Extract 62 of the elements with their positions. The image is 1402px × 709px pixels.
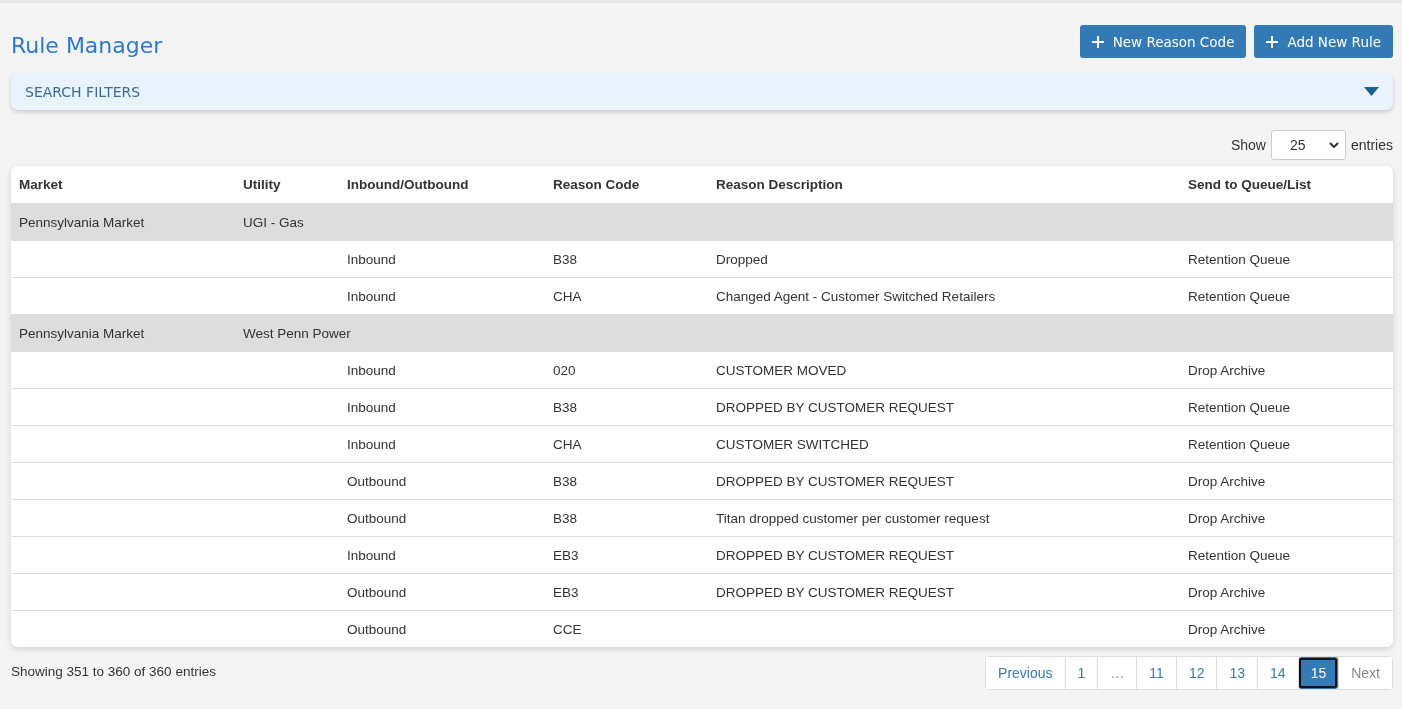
add-button[interactable]: New Reason Code	[1079, 25, 1247, 58]
table-cell-text: Outbound	[346, 621, 407, 637]
table-cell-text: EB3	[552, 547, 579, 563]
column-header: Send to Queue/List	[1187, 177, 1311, 192]
table-cell-text: B38	[552, 399, 578, 415]
table-cell-text: West Penn Power	[242, 325, 351, 341]
column-header: Market	[18, 177, 63, 192]
table-cell-text: Drop Archive	[1187, 584, 1266, 600]
table-cell-text: CHA	[552, 288, 582, 304]
table-cell-text: DROPPED BY CUSTOMER REQUEST	[715, 399, 955, 415]
search-filters-bar[interactable]: SEARCH FILTERS	[11, 73, 1393, 110]
table-cell-text: DROPPED BY CUSTOMER REQUEST	[715, 547, 955, 563]
column-header: Reason Description	[715, 177, 843, 192]
plus-icon	[1266, 35, 1279, 48]
table-cell-text: Outbound	[346, 510, 407, 526]
table-cell-text: Retention Queue	[1187, 436, 1291, 452]
filters-label: SEARCH FILTERS	[25, 83, 141, 100]
table-cell-text: Drop Archive	[1187, 362, 1266, 378]
column-header: Reason Code	[552, 177, 640, 192]
table-cell-text: UGI - Gas	[242, 214, 304, 230]
table-cell-text: B38	[552, 473, 578, 489]
page-title: Rule Manager	[11, 33, 163, 58]
table-cell-text: 020	[552, 362, 576, 378]
table-cell-text: Inbound	[346, 436, 396, 452]
table-cell-text: Retention Queue	[1187, 251, 1291, 267]
table-cell-text: Pennsylvania Market	[18, 325, 145, 341]
table-cell-text: Inbound	[346, 251, 396, 267]
table-cell-text: Drop Archive	[1187, 621, 1266, 637]
table-cell-text: Retention Queue	[1187, 399, 1291, 415]
table-cell-text: CUSTOMER SWITCHED	[715, 436, 869, 452]
chevron-icon	[1328, 142, 1339, 148]
table-cell-text: Changed Agent - Customer Switched Retailers	[715, 288, 996, 304]
table-cell-text: CHA	[552, 436, 582, 452]
table-cell-text: DROPPED BY CUSTOMER REQUEST	[715, 473, 955, 489]
table-cell-text: Drop Archive	[1187, 473, 1266, 489]
entries-info: Showing 351 to 360 of 360 entries	[11, 664, 216, 679]
page-size-select[interactable]: 25	[1270, 130, 1346, 160]
table-cell-text: B38	[552, 510, 578, 526]
table-cell-text: Pennsylvania Market	[18, 214, 145, 230]
table-cell-text: Outbound	[346, 473, 407, 489]
table-cell-text: Inbound	[346, 362, 396, 378]
table-cell-text: CUSTOMER MOVED	[715, 362, 847, 378]
table-cell-text: DROPPED BY CUSTOMER REQUEST	[715, 584, 955, 600]
show-label: Show	[1230, 137, 1266, 153]
table-cell-text: Retention Queue	[1187, 547, 1291, 563]
entries-label: entries	[1350, 137, 1393, 153]
table-cell-text: Retention Queue	[1187, 288, 1291, 304]
table-cell-text: CCE	[552, 621, 582, 637]
table-cell-text: Inbound	[346, 399, 396, 415]
table-cell-text: Dropped	[715, 251, 768, 267]
table-cell-text: B38	[552, 251, 578, 267]
table-cell-text: Titan dropped customer per customer request	[715, 510, 990, 526]
table-cell-text: Outbound	[346, 584, 407, 600]
add-button[interactable]: Add New Rule	[1254, 25, 1393, 58]
table-cell-text: Inbound	[346, 547, 396, 563]
table-cell-text: Drop Archive	[1187, 510, 1266, 526]
column-header: Inbound/Outbound	[346, 177, 469, 192]
column-header: Utility	[242, 177, 281, 192]
table-cell-text: EB3	[552, 584, 579, 600]
plus-icon	[1091, 35, 1104, 48]
page-button[interactable]: 15	[1297, 657, 1339, 689]
table-cell-text: Inbound	[346, 288, 396, 304]
